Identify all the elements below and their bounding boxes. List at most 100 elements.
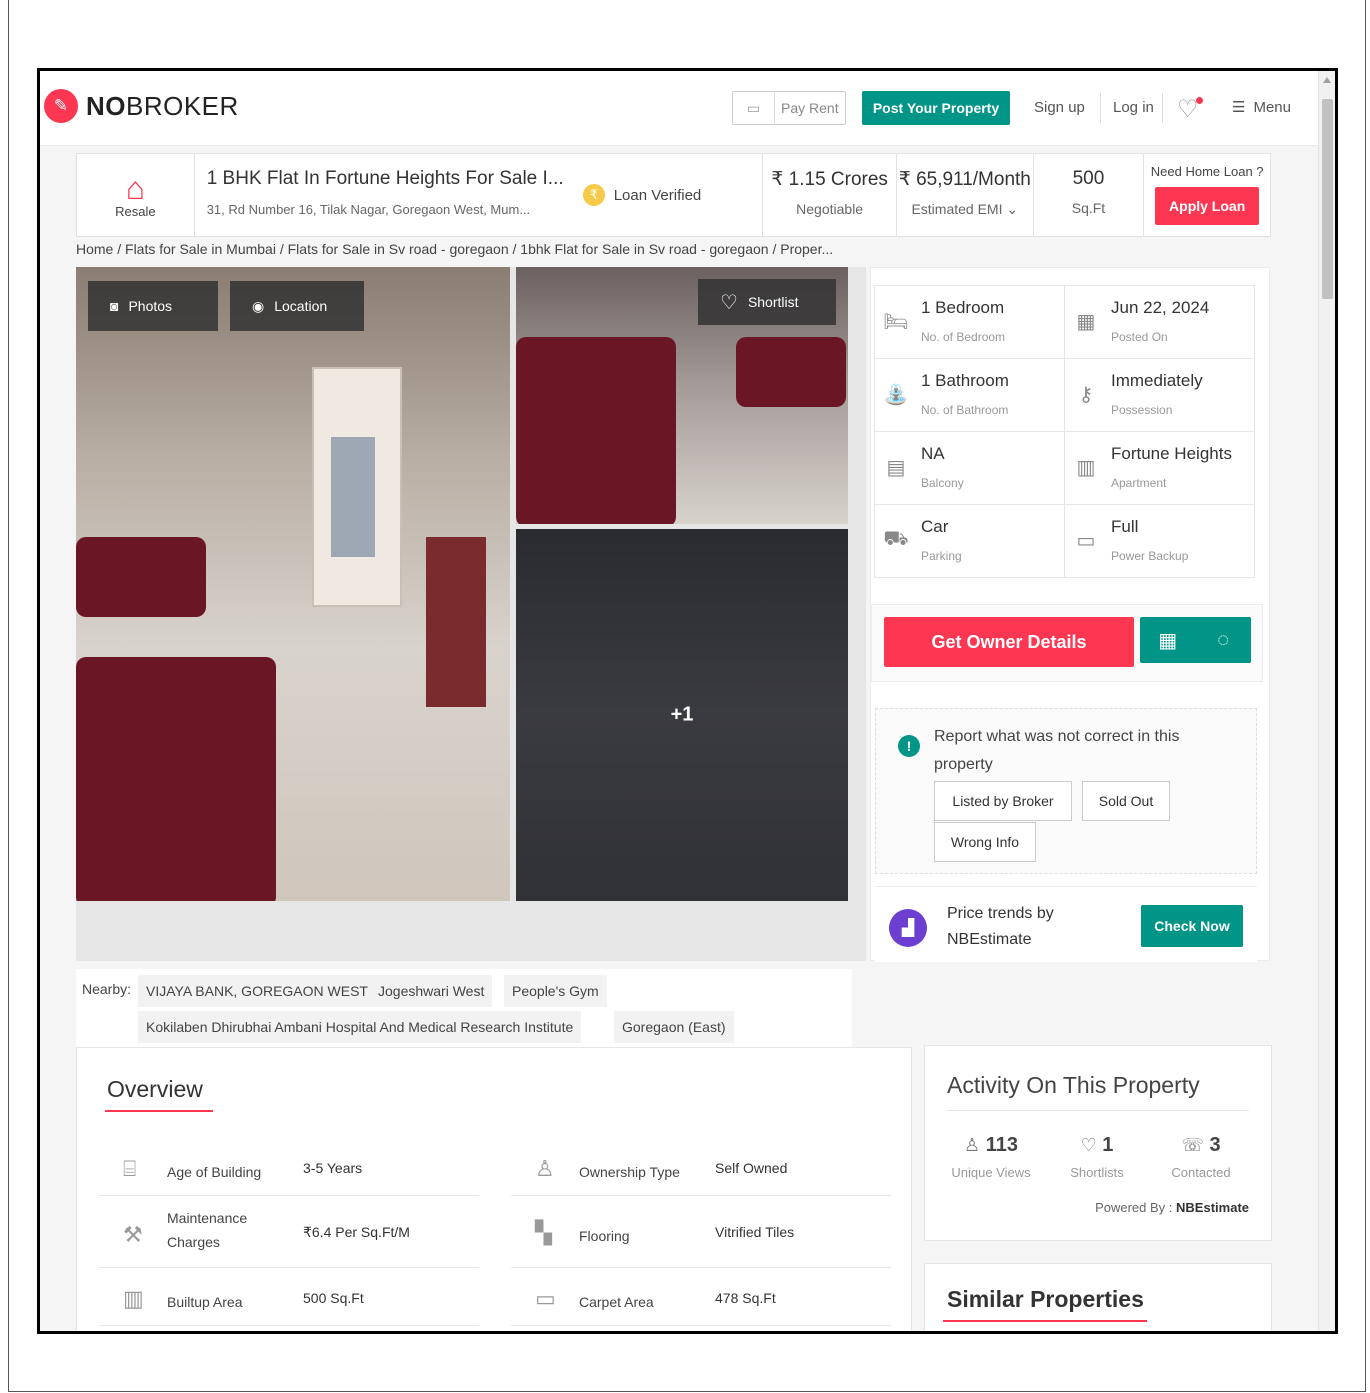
emi-value: ₹ 65,911/Month <box>898 169 1031 190</box>
emi-block[interactable]: ₹ 65,911/Month Estimated EMI ⌄ <box>897 154 1034 236</box>
log-in-link[interactable]: Log in <box>1113 99 1154 116</box>
pay-rent-label: Pay Rent <box>781 100 839 116</box>
price-note: Negotiable <box>796 201 864 217</box>
breadcrumb[interactable]: Home / Flats for Sale in Mumbai / Flats … <box>76 241 833 257</box>
get-owner-details-button[interactable]: Get Owner Details <box>884 617 1134 667</box>
chevron-down-icon: ⌄ <box>1006 201 1019 217</box>
spec-value: Fortune Heights <box>1111 444 1232 463</box>
nearby-chip[interactable]: People's Gym <box>504 975 607 1007</box>
nearby-chip[interactable]: VIJAYA BANK, GOREGAON WEST <box>138 975 376 1007</box>
report-wrong-info[interactable]: Wrong Info <box>934 822 1036 862</box>
overview-row: ♙ Ownership Type Self Owned <box>511 1144 891 1196</box>
nearby-chip[interactable]: Goregaon (East) <box>614 1011 734 1043</box>
photo-gallery: +1 ◙ Photos ◉ Location ♡ Shortlist <box>76 267 866 961</box>
nearby-chip[interactable]: Jogeshwari West <box>370 975 493 1007</box>
price-trends-text: Price trends by NBEstimate <box>947 905 1054 948</box>
photo-sofa <box>76 537 206 617</box>
spec-item: ▥ Fortune Heights Apartment <box>1064 431 1255 505</box>
divider <box>947 1110 1249 1111</box>
overview-key: Maintenance Charges <box>167 1210 248 1250</box>
spec-item: ⚷ Immediately Possession <box>1064 358 1255 432</box>
balcony-icon: ▤ <box>886 456 906 479</box>
check-now-button[interactable]: Check Now <box>1141 905 1243 947</box>
key-icon: ⚷ <box>1078 383 1094 406</box>
report-listed-by-broker[interactable]: Listed by Broker <box>934 781 1072 821</box>
vertical-scrollbar[interactable] <box>1318 71 1335 1331</box>
price-block: ₹ 1.15 Crores Negotiable <box>763 154 897 236</box>
location-button[interactable]: ◉ Location <box>230 281 364 331</box>
nearby-chip[interactable]: Kokilaben Dhirubhai Ambani Hospital And … <box>138 1011 582 1043</box>
spec-label: Possession <box>1111 403 1173 417</box>
report-sold-out[interactable]: Sold Out <box>1082 781 1170 821</box>
bed-icon: 🛏 <box>883 310 909 333</box>
overview-row: ⌸ Age of Building 3-5 Years <box>99 1144 479 1196</box>
camera-icon: ◙ <box>110 298 119 314</box>
owner-actions: Get Owner Details ▦ ◌ <box>871 604 1263 682</box>
overview-title: Overview <box>107 1076 203 1102</box>
spec-item: ⛟ Car Parking <box>874 504 1065 578</box>
more-photos-tile[interactable]: +1 <box>516 529 848 901</box>
overview-value: Vitrified Tiles <box>715 1224 795 1240</box>
overview-value: 500 Sq.Ft <box>303 1290 364 1306</box>
spec-value: Jun 22, 2024 <box>1111 298 1210 317</box>
resale-tag: ⌂ Resale <box>77 154 195 236</box>
apply-loan-button[interactable]: Apply Loan <box>1155 187 1260 225</box>
resale-label: Resale <box>115 203 156 219</box>
title-underline <box>943 1320 1147 1322</box>
owner-quick-actions: ▦ ◌ <box>1140 617 1251 663</box>
shortlist-label: Shortlist <box>747 294 799 310</box>
spec-label: Power Backup <box>1111 549 1189 563</box>
activity-contacted: ☏ 3 Contacted <box>1149 1126 1253 1190</box>
schedule-visit-calendar-icon[interactable]: ▦ <box>1140 617 1196 663</box>
activity-unique-views: ♙ 113 Unique Views <box>939 1126 1043 1190</box>
property-summary-bar: ⌂ Resale 1 BHK Flat In Fortune Heights F… <box>76 153 1271 237</box>
photo-sofa <box>516 337 676 524</box>
loan-verified-label: Loan Verified <box>613 186 702 204</box>
post-property-button[interactable]: Post Your Property <box>862 91 1010 125</box>
similar-properties-section: Similar Properties <box>924 1263 1272 1331</box>
photo-fridge <box>331 437 375 557</box>
bathtub-icon: ⛲ <box>883 383 909 406</box>
nobroker-logo[interactable]: ✎ NOBROKER <box>44 89 239 123</box>
spec-label: Apartment <box>1111 476 1167 490</box>
spec-item: ▤ NA Balcony <box>874 431 1065 505</box>
photos-button[interactable]: ◙ Photos <box>88 281 218 331</box>
powered-by: Powered By : NBEstimate <box>1095 1200 1249 1215</box>
carpet-icon: ▭ <box>535 1286 556 1311</box>
card-icon: ▭ <box>733 92 775 124</box>
area-unit: Sq.Ft <box>1071 200 1106 216</box>
overview-value: ₹6.4 Per Sq.Ft/M <box>303 1224 410 1240</box>
spec-item: 🛏 1 Bedroom No. of Bedroom <box>874 285 1065 359</box>
chat-icon[interactable]: ◌ <box>1196 617 1252 663</box>
compass-icon: ◉ <box>252 297 265 314</box>
menu-button[interactable]: ☰ Menu <box>1232 98 1291 117</box>
activity-section: Activity On This Property ♙ 113 Unique V… <box>924 1045 1272 1241</box>
notification-dot <box>1196 97 1203 104</box>
pay-rent-button[interactable]: ▭ Pay Rent <box>732 91 846 125</box>
scroll-up-arrow-icon[interactable] <box>1323 77 1331 83</box>
scroll-thumb[interactable] <box>1322 99 1333 299</box>
spec-grid: 🛏 1 Bedroom No. of Bedroom ▦ Jun 22, 2024 Pos… <box>874 285 1255 578</box>
spec-label: Posted On <box>1111 330 1168 344</box>
logo-mark-icon: ✎ <box>44 89 78 123</box>
sign-up-link[interactable]: Sign up <box>1034 99 1085 116</box>
overview-key: Ownership Type <box>579 1164 680 1180</box>
overview-value: 478 Sq.Ft <box>715 1290 776 1306</box>
home-loan-question: Need Home Loan ? <box>1150 164 1264 179</box>
overview-key: Carpet Area <box>579 1294 654 1310</box>
nav-divider <box>1100 93 1101 123</box>
main-photo[interactable] <box>76 267 510 901</box>
nav-divider <box>1162 93 1163 123</box>
car-icon: ⛟ <box>883 527 909 550</box>
spec-value: 1 Bedroom <box>921 298 1005 317</box>
overview-row: ▭ Carpet Area 478 Sq.Ft <box>511 1274 891 1326</box>
report-box: ! Report what was not correct in this pr… <box>875 708 1257 874</box>
building-icon: ▥ <box>1076 456 1096 479</box>
chart-icon: ▟ <box>889 909 927 947</box>
photos-label: Photos <box>128 298 173 314</box>
title-block: 1 BHK Flat In Fortune Heights For Sale I… <box>195 154 764 236</box>
shortlist-button[interactable]: ♡ Shortlist <box>698 279 836 325</box>
spec-value: Immediately <box>1111 371 1203 390</box>
builtup-icon: ▥ <box>123 1286 144 1311</box>
overview-value: Self Owned <box>715 1160 788 1176</box>
